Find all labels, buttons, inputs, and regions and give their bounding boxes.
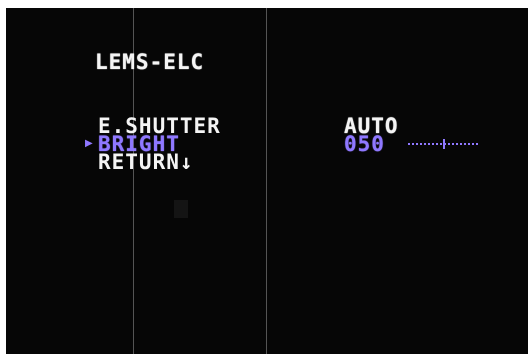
screen-artifact (174, 200, 188, 218)
menu-title: LEMS-ELC (95, 50, 205, 74)
bright-value[interactable]: 050 (344, 134, 385, 155)
menu-item-return[interactable]: RETURN↓ (98, 152, 194, 174)
menu-item-label: RETURN↓ (98, 150, 194, 174)
bright-level-slider[interactable] (408, 139, 480, 149)
grid-line (266, 8, 267, 354)
osd-screen: LEMS-ELC E.SHUTTER ▶ BRIGHT RETURN↓ AUTO… (6, 8, 528, 354)
selection-cursor-icon: ▶ (85, 138, 93, 149)
slider-thumb[interactable] (443, 139, 445, 149)
